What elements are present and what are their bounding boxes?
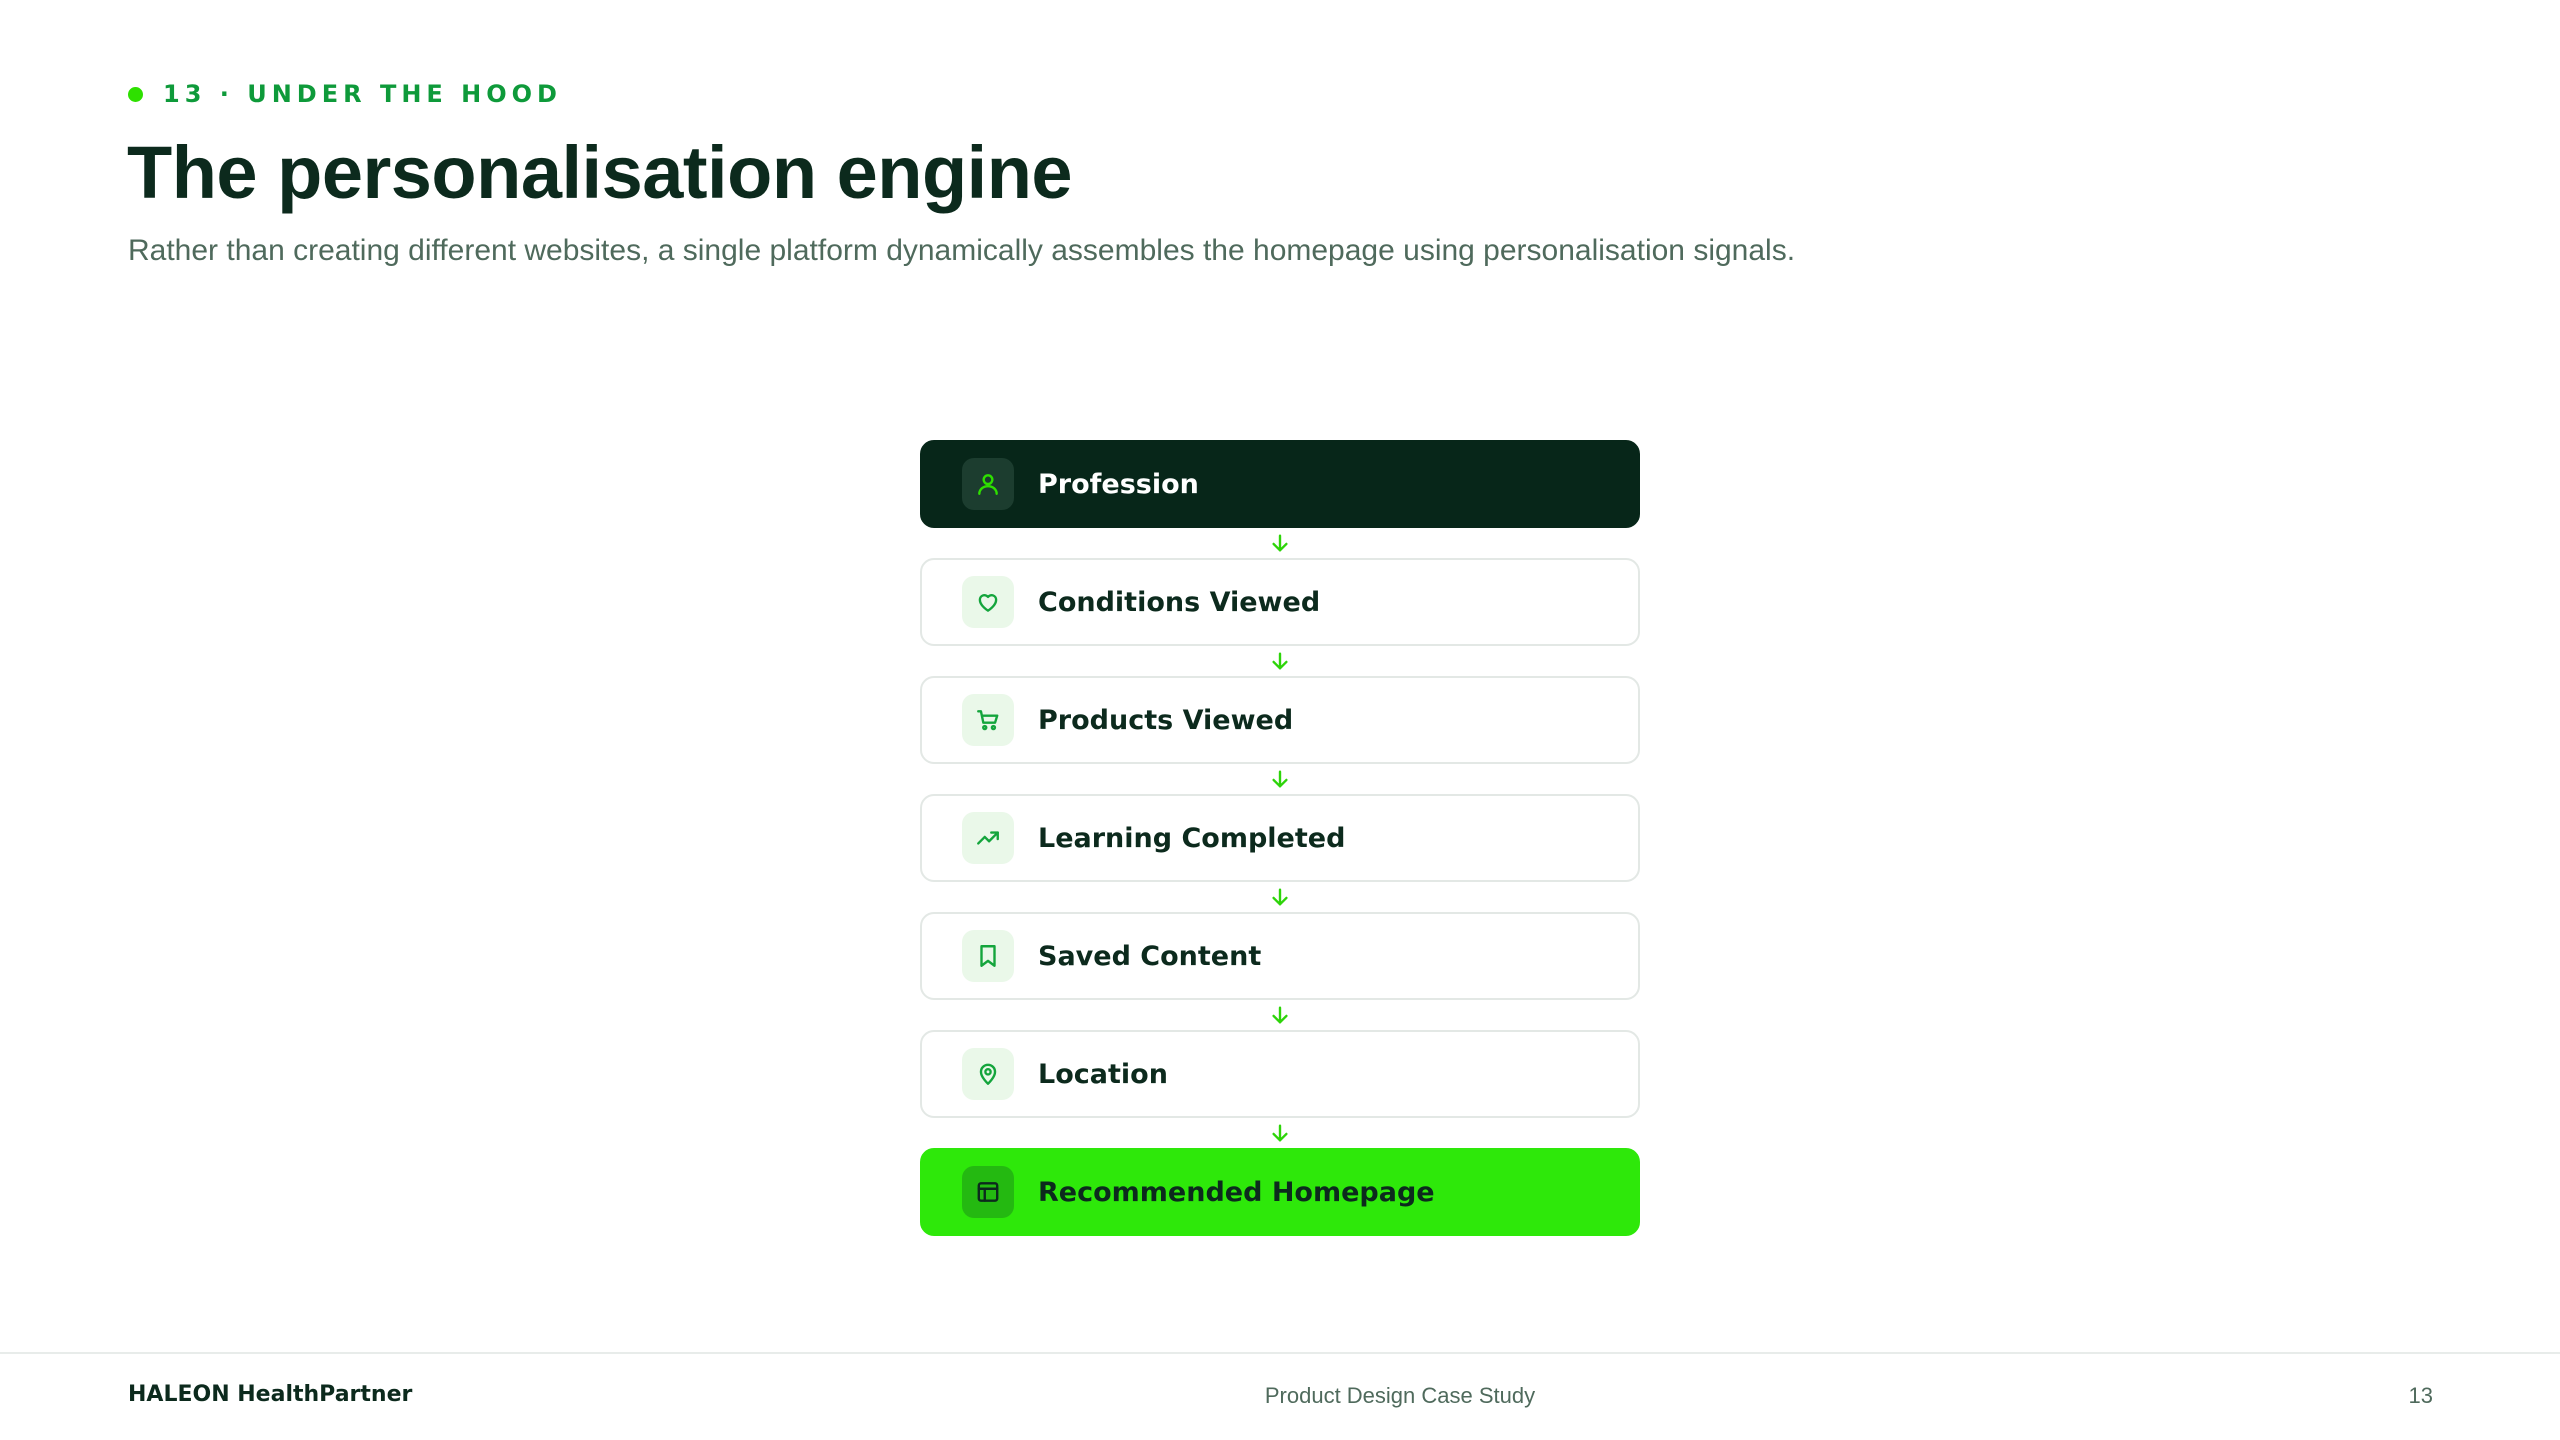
flow-connector [920,528,1640,558]
flow-connector [920,1118,1640,1148]
flow-node-label: Learning Completed [1038,822,1346,854]
heart-icon [962,576,1014,628]
flow-node-learning-completed: Learning Completed [920,794,1640,882]
page-subtitle: Rather than creating different websites,… [128,234,1796,267]
flow-node-label: Conditions Viewed [1038,586,1321,618]
flow-node-label: Location [1038,1058,1168,1090]
flow-node-label: Products Viewed [1038,704,1294,736]
footer-divider [0,1352,2560,1354]
flow-node-recommended-homepage: Recommended Homepage [920,1148,1640,1236]
flow-connector [920,1000,1640,1030]
flow-node-saved-content: Saved Content [920,912,1640,1000]
cart-icon [962,694,1014,746]
flow-node-profession: Profession [920,440,1640,528]
eyebrow-dot [128,86,143,102]
footer-caption: Product Design Case Study [1264,1383,1536,1408]
flow-node-conditions-viewed: Conditions Viewed [920,558,1640,646]
layout-icon [962,1166,1014,1218]
map-pin-icon [962,1048,1014,1100]
page-title: The personalisation engine [127,131,1073,214]
section-eyebrow: 13 · UNDER THE HOOD [128,80,562,108]
flow-node-label: Recommended Homepage [1038,1176,1435,1208]
eyebrow-text: 13 · UNDER THE HOOD [163,80,562,108]
arrow-down-icon [1272,770,1288,788]
arrow-down-icon [1272,1124,1288,1142]
arrow-down-icon [1272,652,1288,670]
arrow-down-icon [1272,888,1288,906]
arrow-down-icon [1272,534,1288,552]
flow-connector [920,882,1640,912]
flow-node-label: Profession [1038,468,1199,500]
personalisation-flow: Profession Conditions Viewed Products Vi… [920,440,1640,1236]
flow-node-label: Saved Content [1038,940,1262,972]
flow-node-location: Location [920,1030,1640,1118]
trending-up-icon [962,812,1014,864]
arrow-down-icon [1272,1006,1288,1024]
page-number: 13 [2408,1383,2433,1408]
flow-connector [920,764,1640,794]
user-icon [962,458,1014,510]
bookmark-icon [962,930,1014,982]
flow-node-products-viewed: Products Viewed [920,676,1640,764]
flow-connector [920,646,1640,676]
